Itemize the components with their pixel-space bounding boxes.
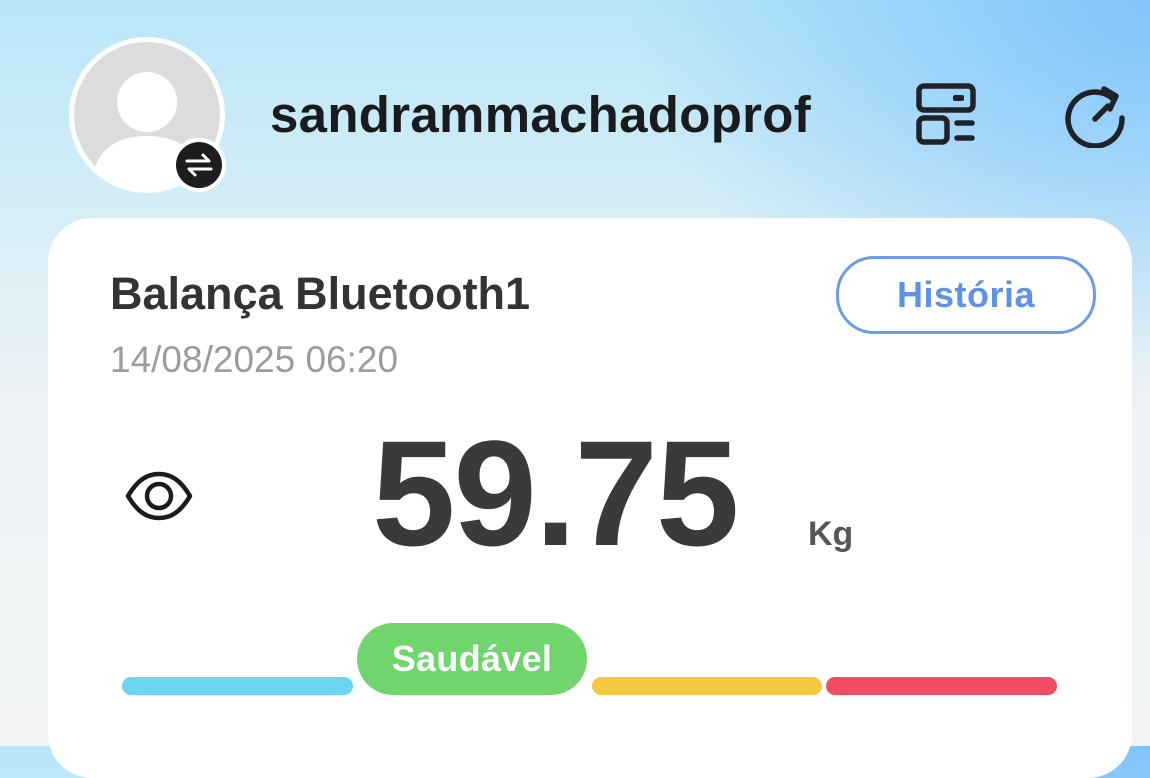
weight-value: 59.75 xyxy=(372,409,739,577)
toggle-visibility-button[interactable] xyxy=(124,468,194,524)
device-name: Balança Bluetooth1 xyxy=(110,268,531,319)
eye-icon xyxy=(125,471,193,521)
weight-unit: Kg xyxy=(808,515,854,553)
switch-arrows-icon xyxy=(176,142,222,188)
bmi-segment-obese xyxy=(826,677,1057,695)
device-list-button[interactable] xyxy=(912,82,980,148)
measurement-timestamp: 14/08/2025 06:20 xyxy=(110,339,399,380)
device-list-icon xyxy=(916,83,976,145)
history-button[interactable]: História xyxy=(836,256,1096,334)
switch-user-button[interactable] xyxy=(172,138,226,192)
username: sandrammachadoprof xyxy=(270,86,812,143)
status-badge: Saudável xyxy=(357,623,587,695)
bmi-segment-overweight xyxy=(592,677,822,695)
refresh-button[interactable] xyxy=(1060,82,1130,149)
bmi-segment-underweight xyxy=(122,677,353,695)
refresh-icon xyxy=(1065,86,1125,149)
